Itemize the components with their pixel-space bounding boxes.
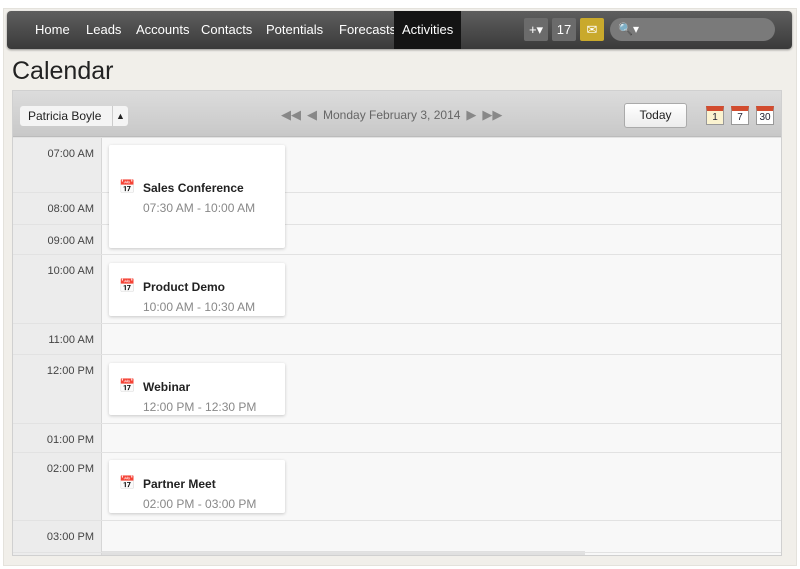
month-view-button[interactable]: 30	[756, 106, 774, 125]
event-time: 10:00 AM - 10:30 AM	[143, 300, 256, 314]
event-time: 12:00 PM - 12:30 PM	[143, 400, 257, 414]
event-card[interactable]: 📅 Webinar 12:00 PM - 12:30 PM	[109, 363, 285, 415]
top-nav: 🔍▾ Home Leads Accounts Contacts Potentials Fo…	[7, 11, 792, 49]
quick-create-icon[interactable]: +▾	[524, 18, 548, 41]
event-name: Product Demo	[143, 280, 226, 294]
time-label: 08:00 AM	[13, 193, 102, 224]
event-card[interactable]: 📅 Product Demo 10:00 AM - 10:30 AM	[109, 263, 285, 316]
time-label: 12:00 PM	[13, 355, 102, 423]
nav-home[interactable]: Home	[27, 11, 78, 49]
next-day-icon[interactable]: ▶	[466, 107, 476, 123]
mail-icon[interactable]: ✉	[580, 18, 604, 41]
search-input[interactable]: 🔍▾	[610, 18, 775, 41]
select-arrows-icon: ▲	[112, 106, 128, 126]
event-calendar-clock-icon: 📅	[119, 475, 136, 490]
time-label: 03:00 PM	[13, 521, 102, 552]
time-label: 09:00 AM	[13, 225, 102, 254]
time-label	[13, 553, 102, 555]
prev-day-icon[interactable]: ◀	[307, 107, 317, 123]
time-label: 11:00 AM	[13, 324, 102, 354]
time-label: 07:00 AM	[13, 138, 102, 192]
time-row[interactable]: 11:00 AM	[13, 323, 781, 354]
calendar-panel: Patricia Boyle ▲ ◀◀ ◀ Monday February 3, …	[12, 90, 782, 556]
nav-potentials[interactable]: Potentials	[258, 11, 331, 49]
next-week-icon[interactable]: ▶▶	[482, 107, 502, 123]
time-row[interactable]: 03:00 PM	[13, 520, 781, 552]
nav-accounts[interactable]: Accounts	[128, 11, 197, 49]
event-time: 02:00 PM - 03:00 PM	[143, 497, 257, 511]
event-name: Webinar	[143, 380, 191, 394]
event-calendar-clock-icon: 📅	[119, 179, 136, 194]
calendar-icon[interactable]: 17	[552, 18, 576, 41]
prev-week-icon[interactable]: ◀◀	[281, 107, 301, 123]
nav-contacts[interactable]: Contacts	[193, 11, 260, 49]
event-name: Sales Conference	[143, 181, 244, 195]
event-card[interactable]: 📅 Sales Conference 07:30 AM - 10:00 AM	[109, 145, 285, 248]
day-view-button[interactable]: 1	[706, 106, 724, 125]
page-title: Calendar	[12, 57, 114, 85]
event-name: Partner Meet	[143, 477, 216, 491]
user-select[interactable]: Patricia Boyle ▲	[20, 106, 128, 126]
today-button[interactable]: Today	[624, 103, 687, 128]
time-label: 01:00 PM	[13, 424, 102, 452]
calendar-toolbar: Patricia Boyle ▲ ◀◀ ◀ Monday February 3, …	[13, 91, 781, 137]
time-row[interactable]: 01:00 PM	[13, 423, 781, 452]
nav-activities[interactable]: Activities	[394, 11, 462, 49]
event-calendar-clock-icon: 📅	[119, 278, 136, 293]
user-select-value: Patricia Boyle	[28, 109, 102, 123]
event-card[interactable]: 📅 Partner Meet 02:00 PM - 03:00 PM	[109, 460, 285, 513]
event-time: 07:30 AM - 10:00 AM	[143, 201, 256, 215]
search-icon: 🔍▾	[618, 22, 639, 36]
event-calendar-clock-icon: 📅	[119, 378, 136, 393]
week-view-button[interactable]: 7	[731, 106, 749, 125]
time-label: 02:00 PM	[13, 453, 102, 520]
current-date: Monday February 3, 2014	[323, 108, 461, 122]
time-label: 10:00 AM	[13, 255, 102, 323]
time-row[interactable]	[13, 552, 781, 555]
nav-leads[interactable]: Leads	[78, 11, 129, 49]
